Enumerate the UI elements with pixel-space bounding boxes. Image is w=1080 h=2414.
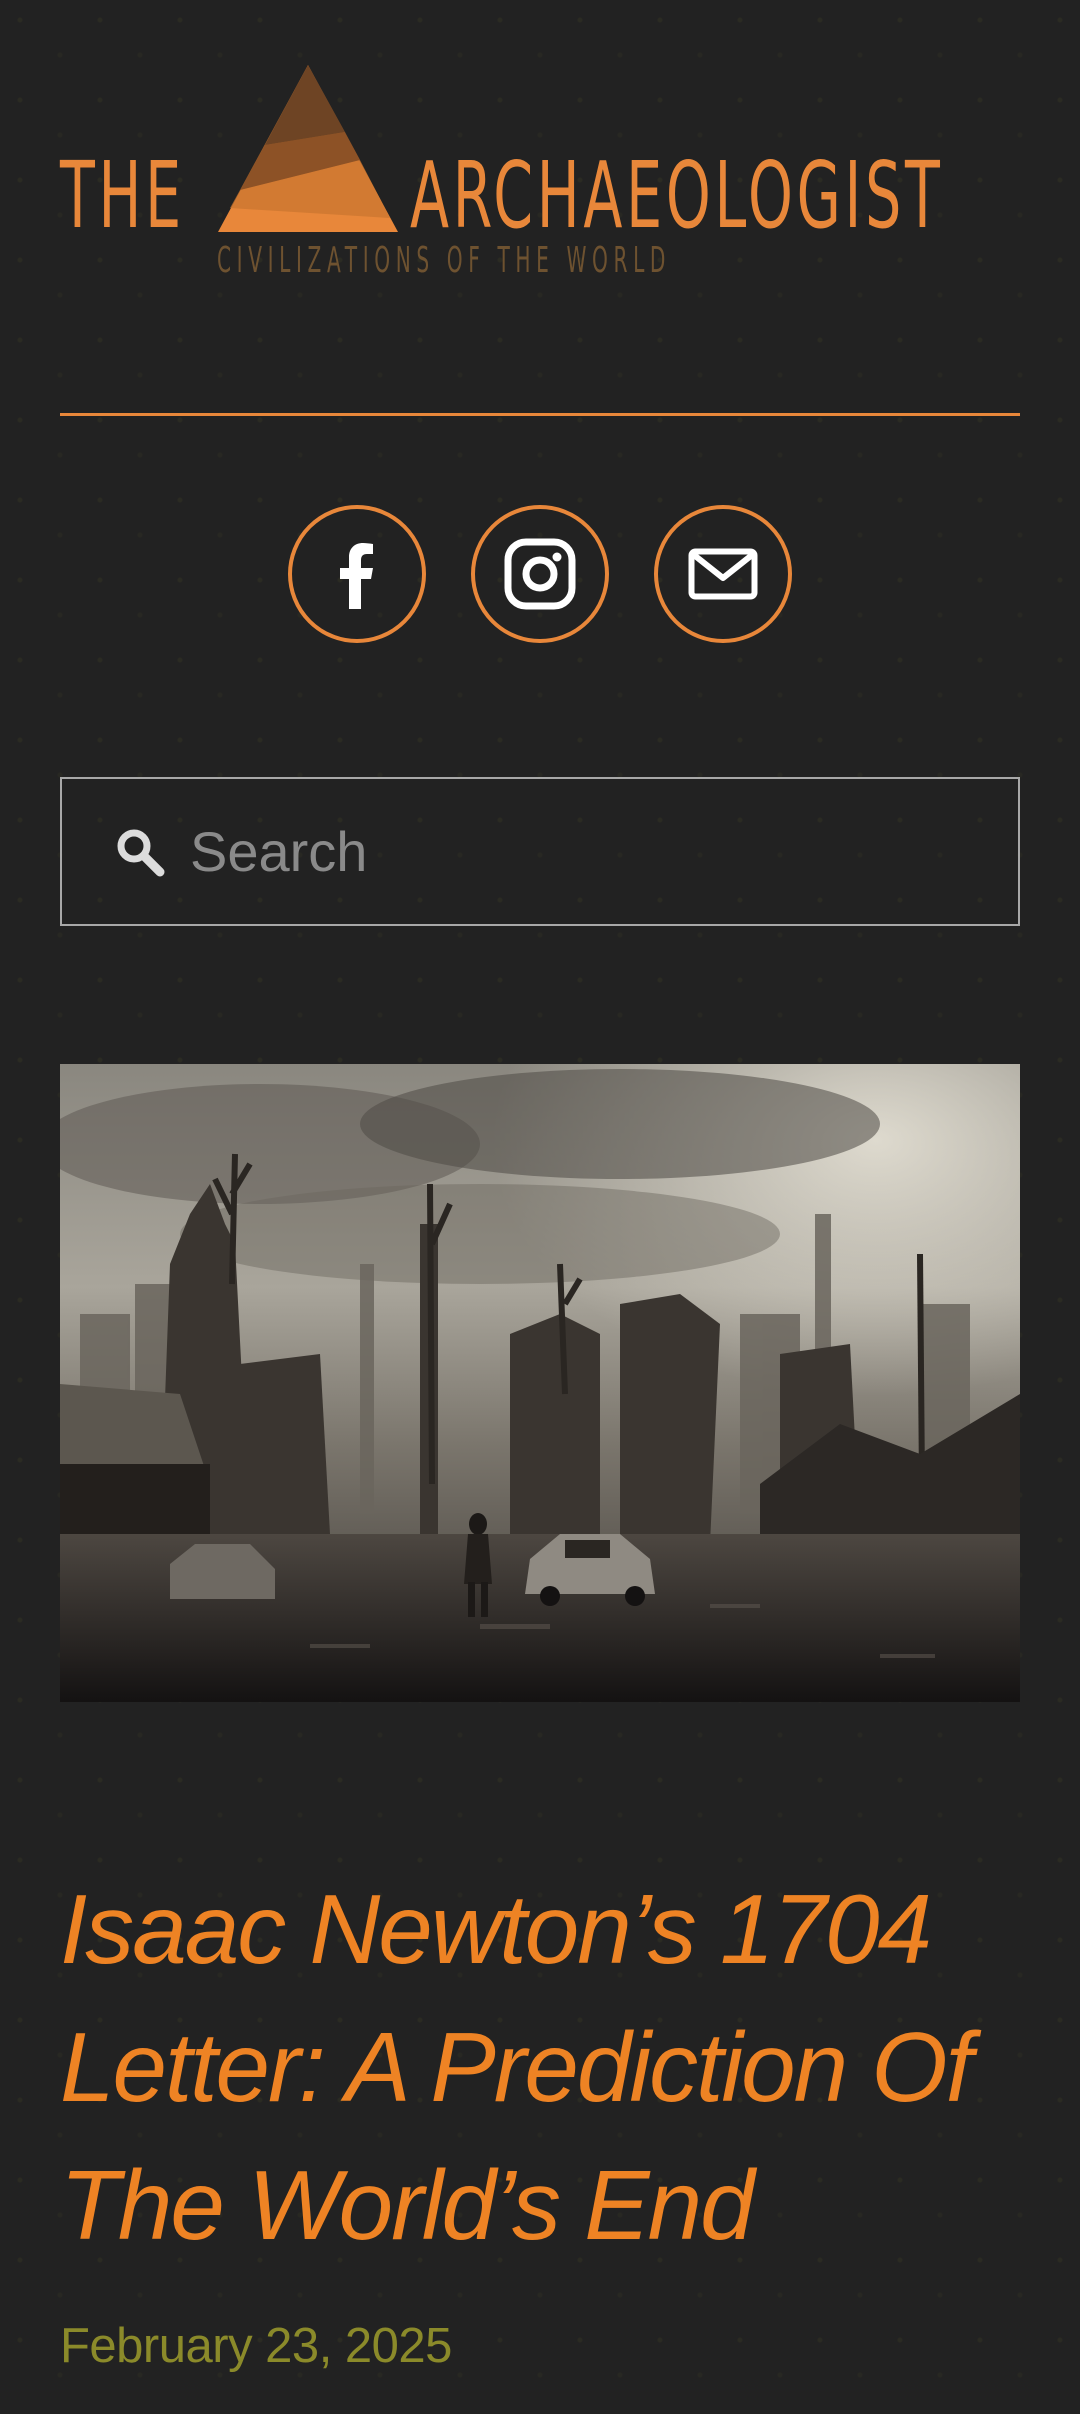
ruined-city-image [60, 1064, 1020, 1702]
social-links [288, 505, 792, 649]
post-title-link[interactable]: Isaac Newton’s 1704 Letter: A Prediction… [60, 1860, 1040, 2274]
featured-image[interactable] [60, 1064, 1020, 1702]
mail-icon [688, 548, 758, 600]
post-date: February 23, 2025 [60, 2319, 452, 2373]
logo-tagline: CIVILIZATIONS OF THE WORLD [217, 240, 672, 281]
site-logo[interactable]: THE ARCHAEOLOGIST CIVILIZATIONS OF THE W… [60, 60, 1020, 290]
search-icon[interactable] [112, 824, 168, 880]
instagram-icon [504, 538, 576, 610]
search-box [60, 777, 1020, 926]
instagram-button[interactable] [471, 505, 609, 643]
search-input[interactable] [188, 818, 972, 885]
facebook-icon [340, 543, 373, 609]
email-button[interactable] [654, 505, 792, 643]
logo-text-archaeologist: ARCHAEOLOGIST [410, 142, 944, 249]
header-divider [60, 413, 1020, 416]
facebook-button[interactable] [288, 505, 426, 643]
